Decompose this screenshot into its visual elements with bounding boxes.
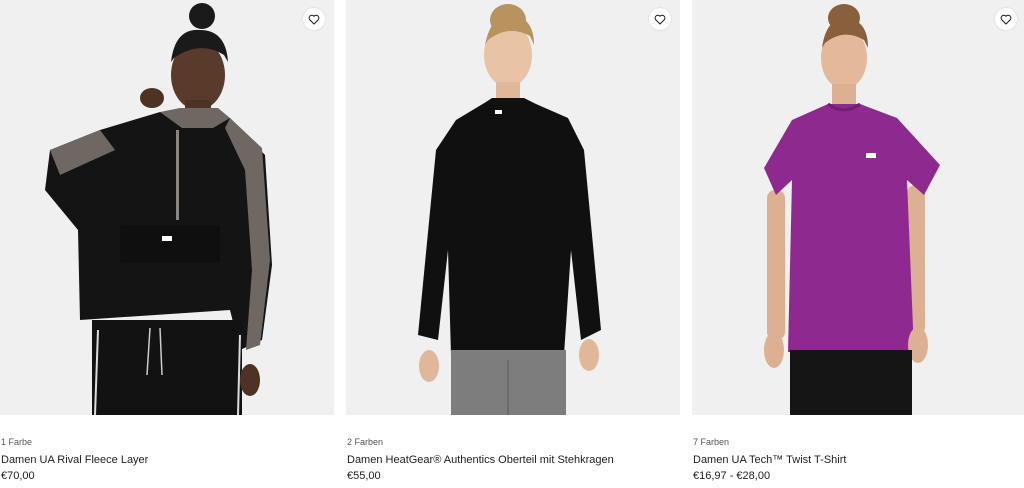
heart-outline-icon xyxy=(308,14,320,25)
product-price: €70,00 xyxy=(1,470,35,482)
product-price: €55,00 xyxy=(347,470,381,482)
product-card[interactable]: 1 Farbe Damen UA Rival Fleece Layer €70,… xyxy=(0,0,334,488)
product-image[interactable] xyxy=(346,0,680,415)
heart-outline-icon xyxy=(654,14,666,25)
product-grid: 1 Farbe Damen UA Rival Fleece Layer €70,… xyxy=(0,0,1024,488)
product-image[interactable] xyxy=(692,0,1024,415)
product-image[interactable] xyxy=(0,0,334,415)
product-photo-tech-tee xyxy=(692,0,1024,415)
favorite-button[interactable] xyxy=(303,8,325,30)
product-name[interactable]: Damen UA Tech™ Twist T-Shirt xyxy=(693,454,846,466)
product-card[interactable]: 2 Farben Damen HeatGear® Authentics Ober… xyxy=(346,0,680,488)
product-name[interactable]: Damen UA Rival Fleece Layer xyxy=(1,454,148,466)
heart-outline-icon xyxy=(1000,14,1012,25)
product-card[interactable]: 7 Farben Damen UA Tech™ Twist T-Shirt €1… xyxy=(692,0,1024,488)
favorite-button[interactable] xyxy=(995,8,1017,30)
product-photo-heatgear xyxy=(346,0,680,415)
color-count: 7 Farben xyxy=(693,437,730,447)
product-price: €16,97 - €28,00 xyxy=(693,470,771,482)
favorite-button[interactable] xyxy=(649,8,671,30)
product-photo-fleece xyxy=(0,0,334,415)
color-count: 1 Farbe xyxy=(1,437,33,447)
color-count: 2 Farben xyxy=(347,437,384,447)
product-name[interactable]: Damen HeatGear® Authentics Oberteil mit … xyxy=(347,454,614,466)
